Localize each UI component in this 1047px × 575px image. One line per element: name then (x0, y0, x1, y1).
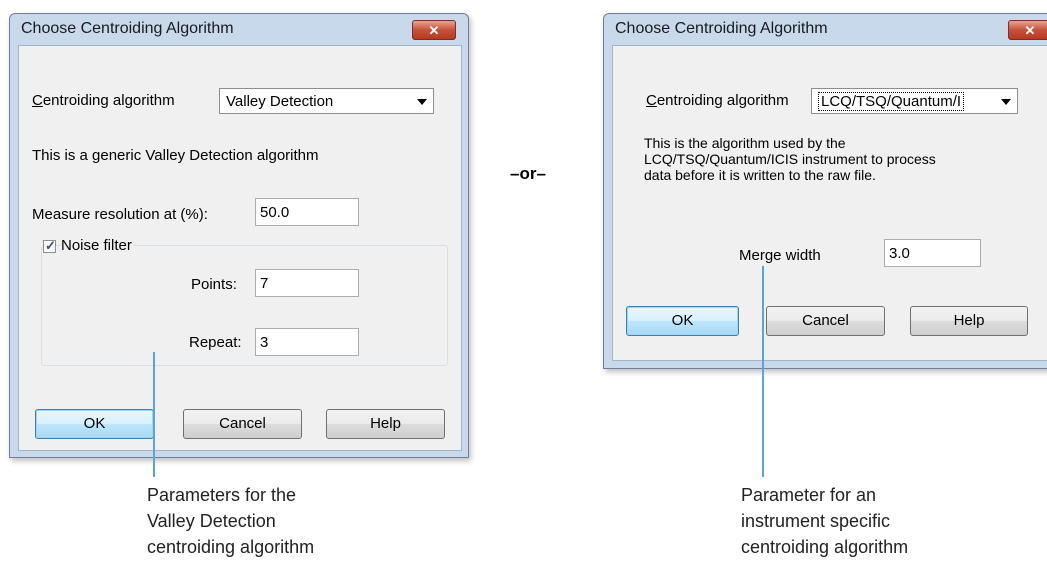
chevron-down-icon (1001, 99, 1011, 105)
algorithm-description: This is a generic Valley Detection algor… (32, 147, 319, 164)
left-dialog-client: Centroiding algorithm Valley Detection T… (18, 45, 462, 451)
help-button[interactable]: Help (910, 306, 1028, 336)
right-callout-line (762, 266, 764, 477)
repeat-input[interactable]: 3 (255, 328, 359, 356)
close-icon[interactable]: ✕ (412, 20, 456, 40)
checkmark-icon: ✓ (45, 238, 56, 253)
centroiding-algorithm-value: Valley Detection (226, 93, 334, 110)
cancel-button[interactable]: Cancel (766, 306, 885, 336)
merge-width-input[interactable]: 3.0 (884, 239, 981, 267)
centroiding-algorithm-select[interactable]: LCQ/TSQ/Quantum/I (811, 88, 1018, 114)
noise-filter-label: Noise filter (61, 237, 134, 254)
right-callout-text: Parameter for an instrument specific cen… (741, 485, 909, 557)
noise-filter-checkbox[interactable]: ✓ (43, 238, 56, 253)
resolution-value: 50.0 (260, 204, 290, 221)
centroiding-algorithm-select[interactable]: Valley Detection (219, 88, 434, 114)
left-callout-text: Parameters for the Valley Detection cent… (147, 485, 315, 557)
merge-width-value: 3.0 (889, 245, 910, 262)
points-input[interactable]: 7 (255, 269, 359, 297)
merge-width-label: Merge width (739, 247, 821, 264)
help-button[interactable]: Help (326, 409, 445, 439)
centroiding-algorithm-label: Centroiding algorithm (32, 92, 175, 109)
centroiding-algorithm-label: Centroiding algorithm (646, 92, 789, 109)
points-label: Points: (191, 276, 237, 293)
chevron-down-icon (417, 99, 427, 105)
repeat-value: 3 (260, 334, 269, 351)
left-callout-line (153, 352, 155, 477)
noise-filter-group (41, 245, 448, 366)
right-dialog-title: Choose Centroiding Algorithm (615, 20, 828, 37)
or-separator: –or– (510, 164, 546, 183)
resolution-label: Measure resolution at (%): (32, 206, 208, 223)
left-dialog: Choose Centroiding Algorithm ✕ Centroidi… (9, 13, 469, 458)
close-icon[interactable]: ✕ (1008, 20, 1047, 40)
right-dialog-client: Centroiding algorithm LCQ/TSQ/Quantum/I … (612, 45, 1047, 361)
left-dialog-title: Choose Centroiding Algorithm (21, 20, 234, 37)
ok-button[interactable]: OK (626, 306, 739, 336)
points-value: 7 (260, 275, 269, 292)
repeat-label: Repeat: (189, 334, 242, 351)
resolution-input[interactable]: 50.0 (255, 198, 359, 226)
right-dialog: Choose Centroiding Algorithm ✕ Centroidi… (603, 13, 1047, 369)
right-dialog-titlebar[interactable]: Choose Centroiding Algorithm ✕ (604, 14, 1047, 44)
cancel-button[interactable]: Cancel (183, 409, 302, 439)
algorithm-description: This is the algorithm used by the LCQ/TS… (644, 135, 936, 183)
centroiding-algorithm-value: LCQ/TSQ/Quantum/I (818, 92, 965, 111)
left-dialog-titlebar[interactable]: Choose Centroiding Algorithm ✕ (10, 14, 468, 44)
ok-button[interactable]: OK (35, 409, 154, 439)
